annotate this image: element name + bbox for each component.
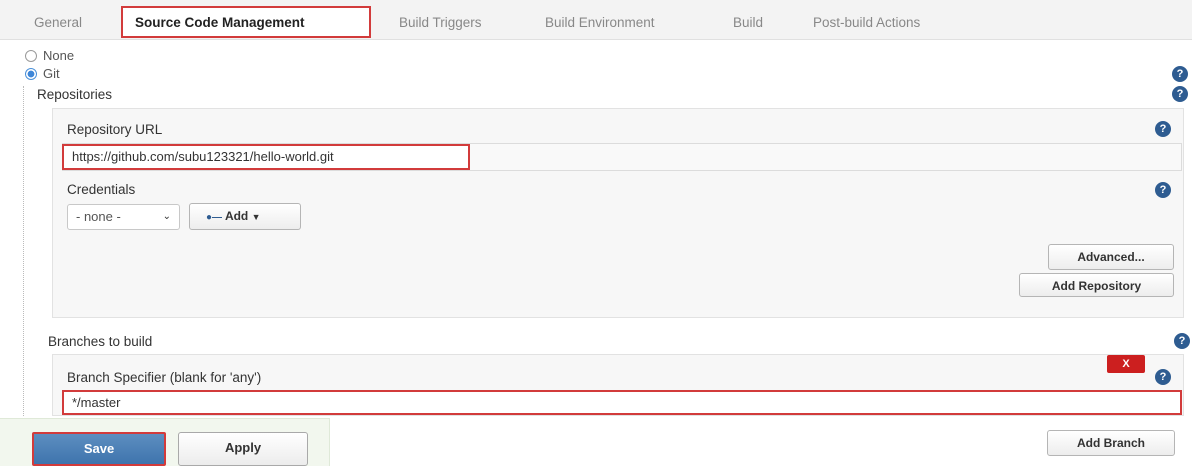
repositories-help-icon[interactable]: ? (1172, 86, 1188, 102)
branch-specifier-label: Branch Specifier (blank for 'any') (67, 370, 262, 385)
repo-url-input[interactable]: https://github.com/subu123321/hello-worl… (62, 144, 470, 170)
section-rail (23, 86, 24, 416)
caret-down-icon: ▼ (251, 212, 261, 222)
branches-help-icon[interactable]: ? (1174, 333, 1190, 349)
repo-url-help-icon[interactable]: ? (1155, 121, 1171, 137)
git-help-icon[interactable]: ? (1172, 66, 1188, 82)
add-credentials-label: Add (224, 209, 249, 223)
tab-source-code-management[interactable]: Source Code Management (121, 6, 371, 38)
radio-git-label: Git (43, 66, 60, 81)
add-branch-button[interactable]: Add Branch (1047, 430, 1175, 456)
apply-button[interactable]: Apply (178, 432, 308, 466)
delete-branch-button[interactable]: X (1107, 355, 1145, 373)
repo-url-label: Repository URL (67, 122, 163, 137)
advanced-button[interactable]: Advanced... (1048, 244, 1174, 270)
tab-general[interactable]: General (34, 10, 82, 36)
credentials-help-icon[interactable]: ? (1155, 182, 1171, 198)
tab-post-build-actions[interactable]: Post-build Actions (813, 10, 920, 36)
radio-none[interactable] (25, 50, 37, 62)
add-credentials-button[interactable]: ●— Add ▼ (189, 203, 301, 230)
tab-build-triggers[interactable]: Build Triggers (399, 10, 482, 36)
credentials-label: Credentials (67, 182, 136, 197)
credentials-select[interactable]: - none - ⌄ (67, 204, 180, 230)
key-icon: ●— (206, 212, 223, 223)
repositories-title: Repositories (37, 87, 113, 102)
credentials-selected-value: - none - (76, 209, 121, 224)
radio-git[interactable] (25, 68, 37, 80)
branches-title: Branches to build (48, 334, 153, 349)
tab-build-environment[interactable]: Build Environment (545, 10, 655, 36)
chevron-down-icon: ⌄ (162, 211, 171, 222)
add-repository-button[interactable]: Add Repository (1019, 273, 1174, 297)
save-button[interactable]: Save (32, 432, 166, 466)
radio-none-label: None (43, 48, 75, 63)
tab-build[interactable]: Build (733, 10, 763, 36)
branch-specifier-input[interactable]: */master (62, 390, 1182, 415)
branch-specifier-help-icon[interactable]: ? (1155, 369, 1171, 385)
